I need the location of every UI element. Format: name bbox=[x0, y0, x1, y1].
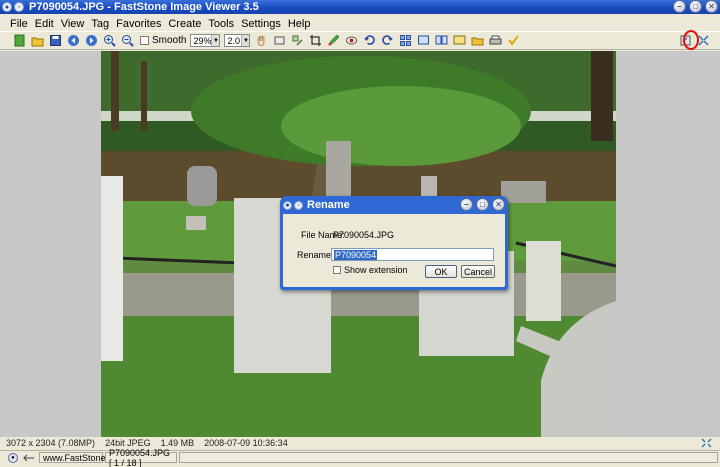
zoom-in-icon[interactable] bbox=[102, 34, 116, 48]
minimize-button[interactable]: – bbox=[673, 0, 686, 13]
title-app-name: FastStone Image Viewer 3.5 bbox=[114, 1, 259, 13]
rotate-left-icon[interactable] bbox=[362, 34, 376, 48]
menu-view[interactable]: View bbox=[61, 18, 85, 30]
maximize-button[interactable]: □ bbox=[689, 0, 702, 13]
ok-button[interactable]: OK bbox=[425, 265, 457, 278]
dialog-maximize-button[interactable]: □ bbox=[476, 198, 489, 211]
next-image-icon[interactable] bbox=[84, 34, 98, 48]
image-datetime: 2008-07-09 10:36:34 bbox=[204, 438, 288, 448]
file-position: P7090054.JPG [ 1 / 18 ] bbox=[104, 448, 177, 467]
chevron-down-icon: ▼ bbox=[211, 35, 220, 46]
title-file-name: P7090054.JPG bbox=[29, 1, 105, 13]
compare-icon[interactable] bbox=[434, 34, 448, 48]
fit-screen-icon[interactable] bbox=[272, 34, 286, 48]
slideshow-icon[interactable] bbox=[452, 34, 466, 48]
menu-help[interactable]: Help bbox=[288, 18, 311, 30]
image-format: 24bit JPEG bbox=[105, 438, 151, 448]
image-dimensions: 3072 x 2304 (7.08MP) bbox=[6, 438, 96, 448]
pin-icon[interactable]: ◦ bbox=[294, 200, 303, 210]
smooth-toggle[interactable]: Smooth bbox=[140, 35, 186, 46]
system-menu-icon[interactable]: ● bbox=[2, 2, 12, 12]
rename-dialog-title: Rename bbox=[307, 199, 350, 211]
cancel-button[interactable]: Cancel bbox=[461, 265, 495, 278]
status-bar: ● www.FastStone.org P7090054.JPG [ 1 / 1… bbox=[0, 448, 720, 467]
thumbnails-icon[interactable] bbox=[398, 34, 412, 48]
print-icon[interactable] bbox=[488, 34, 502, 48]
checkmark-icon[interactable] bbox=[506, 34, 520, 48]
rename-input-selected-text: P7090054 bbox=[334, 249, 378, 260]
resize-icon[interactable] bbox=[290, 34, 304, 48]
rename-dialog: ● ◦ Rename – □ ✕ File Name: P7090054.JPG… bbox=[280, 196, 508, 290]
system-menu-icon[interactable]: ● bbox=[283, 200, 292, 210]
hand-tool-icon[interactable] bbox=[254, 34, 268, 48]
menu-favorites[interactable]: Favorites bbox=[116, 18, 161, 30]
rename-input[interactable]: P7090054 bbox=[331, 248, 494, 261]
menu-bar: File Edit View Tag Favorites Create Tool… bbox=[0, 17, 720, 31]
status-empty-panel bbox=[178, 452, 718, 463]
menu-edit[interactable]: Edit bbox=[35, 18, 54, 30]
menu-file[interactable]: File bbox=[10, 18, 28, 30]
zoom-step-value: 2.0 bbox=[227, 35, 240, 46]
show-extension-toggle[interactable]: Show extension bbox=[333, 265, 408, 275]
menu-tools[interactable]: Tools bbox=[208, 18, 234, 30]
title-bar: ● ◦ P7090054.JPG - FastStone Image Viewe… bbox=[0, 0, 720, 14]
window-title: P7090054.JPG - FastStone Image Viewer 3.… bbox=[29, 1, 259, 13]
rotate-right-icon[interactable] bbox=[380, 34, 394, 48]
file-name-value: P7090054.JPG bbox=[333, 230, 395, 240]
zoom-combo[interactable]: 29% ▼ bbox=[190, 34, 221, 47]
show-extension-checkbox[interactable] bbox=[333, 266, 341, 274]
menu-tag[interactable]: Tag bbox=[91, 18, 109, 30]
rename-dialog-titlebar[interactable]: ● ◦ Rename – □ ✕ bbox=[283, 196, 505, 214]
show-extension-label: Show extension bbox=[344, 265, 408, 275]
menu-create[interactable]: Create bbox=[168, 18, 201, 30]
menu-settings[interactable]: Settings bbox=[241, 18, 281, 30]
zoom-out-icon[interactable] bbox=[120, 34, 134, 48]
title-separator: - bbox=[104, 1, 115, 13]
close-button[interactable]: ✕ bbox=[705, 0, 718, 13]
website-link[interactable]: www.FastStone.org bbox=[38, 452, 121, 463]
image-size: 1.49 MB bbox=[160, 438, 195, 448]
smooth-label: Smooth bbox=[152, 35, 187, 46]
highlight-circle bbox=[683, 30, 699, 50]
dialog-minimize-button[interactable]: – bbox=[460, 198, 473, 211]
chevron-down-icon: ▼ bbox=[241, 35, 250, 46]
dialog-close-button[interactable]: ✕ bbox=[492, 198, 505, 211]
pin-icon[interactable]: ◦ bbox=[14, 2, 24, 12]
prev-image-icon[interactable] bbox=[66, 34, 80, 48]
open-folder-icon[interactable] bbox=[30, 34, 44, 48]
toolbar: Smooth 29% ▼ 2.0 ▼ bbox=[0, 31, 720, 50]
folder-icon[interactable] bbox=[470, 34, 484, 48]
zoom-step-combo[interactable]: 2.0 ▼ bbox=[224, 34, 251, 47]
draw-icon[interactable] bbox=[326, 34, 340, 48]
arrow-left-icon[interactable] bbox=[21, 453, 35, 463]
open-icon[interactable] bbox=[12, 34, 26, 48]
resize-corner-icon[interactable] bbox=[701, 438, 712, 448]
full-screen-icon[interactable] bbox=[416, 34, 430, 48]
home-icon[interactable]: ● bbox=[8, 452, 18, 463]
smooth-checkbox[interactable] bbox=[140, 36, 149, 45]
save-icon[interactable] bbox=[48, 34, 62, 48]
zoom-value: 29% bbox=[193, 35, 212, 46]
red-eye-icon[interactable] bbox=[344, 34, 358, 48]
rename-dialog-body: File Name: P7090054.JPG Rename to: P7090… bbox=[283, 214, 505, 287]
crop-icon[interactable] bbox=[308, 34, 322, 48]
